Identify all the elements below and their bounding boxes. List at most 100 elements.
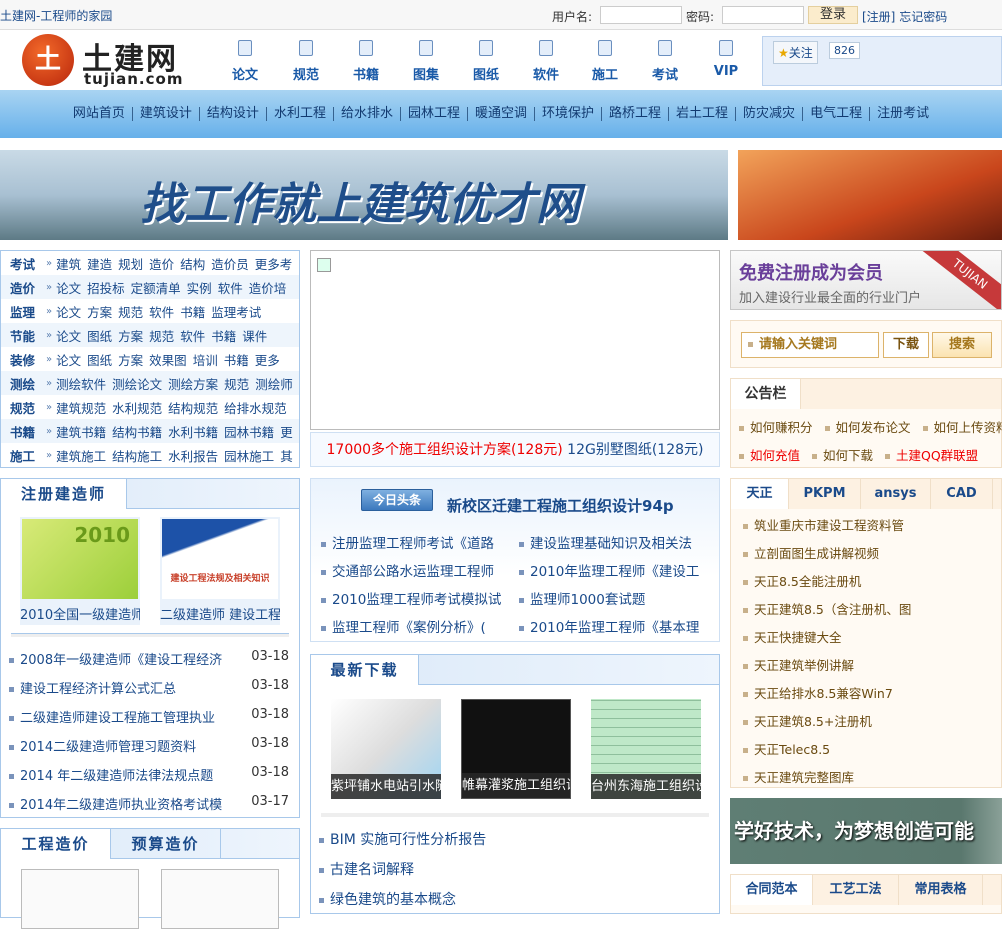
nav-book-link[interactable]: 书籍 [346, 40, 386, 83]
nav-disc-link[interactable]: 软件 [526, 40, 566, 83]
tab-process-methods[interactable]: 工艺工法 [813, 875, 899, 905]
category-name[interactable]: 规范 [10, 398, 46, 417]
ad-link-construction-plans[interactable]: 17000多个施工组织设计方案(128元) [327, 442, 563, 458]
software-list-link[interactable]: 天正建筑举例讲解 [754, 658, 854, 673]
main-nav-item[interactable]: 路桥工程 [601, 107, 668, 121]
category-name[interactable]: 施工 [10, 446, 46, 465]
headline-list-link[interactable]: 注册监理工程师考试《道路 [332, 536, 494, 552]
category-link[interactable]: 实例 [187, 278, 212, 297]
download-thumb[interactable]: 帷幕灌浆施工组织设 [461, 699, 571, 799]
category-link[interactable]: 培训 [193, 350, 218, 369]
category-link[interactable]: 规范 [118, 302, 143, 321]
list-item[interactable]: 2008年一级建造师《建设工程经济03-18 [9, 649, 291, 668]
category-link[interactable]: 园林书籍 [224, 422, 274, 441]
notice-link[interactable]: 如何发布论文 [836, 420, 911, 435]
software-list-link[interactable]: 天正Telec8.5 [754, 742, 830, 757]
book-thumb[interactable]: 2010 2010全国一级建造师 [20, 517, 140, 625]
software-list-link[interactable]: 天正建筑8.5+注册机 [754, 714, 872, 729]
software-list-link[interactable]: 天正给排水8.5兼容Win7 [754, 686, 893, 701]
construction-banner[interactable] [738, 150, 1002, 240]
software-list-item[interactable]: 立剖面图生成讲解视频 [743, 543, 879, 562]
software-list-item[interactable]: 天正建筑8.5+注册机 [743, 711, 872, 730]
category-name[interactable]: 节能 [10, 326, 46, 345]
software-list-link[interactable]: 天正快捷键大全 [754, 630, 842, 645]
software-list-item[interactable]: 天正给排水8.5兼容Win7 [743, 683, 893, 702]
list-item-title[interactable]: 建设工程经济计算公式汇总 [20, 682, 176, 697]
slideshow-box[interactable] [310, 250, 720, 430]
download-list-link[interactable]: BIM 实施可行性分析报告 [330, 832, 486, 848]
category-link[interactable]: 建筑 [56, 254, 81, 273]
headline-link[interactable]: 新校区迁建工程施工组织设计94p [447, 495, 674, 516]
tab-common-forms[interactable]: 常用表格 [899, 875, 983, 905]
category-link[interactable]: 结构规范 [168, 398, 218, 417]
category-link[interactable]: 建造 [87, 254, 112, 273]
notice-tab[interactable]: 公告栏 [731, 379, 801, 409]
username-input[interactable] [600, 6, 682, 24]
category-link[interactable]: 书籍 [180, 302, 205, 321]
notice-link[interactable]: 如何赚积分 [750, 420, 813, 435]
nav-picture-link[interactable]: 图集 [406, 40, 446, 83]
category-link[interactable]: 造价培 [249, 278, 287, 297]
main-nav-item[interactable]: 暖通空调 [467, 107, 534, 121]
software-list-link[interactable]: 天正建筑完整图库 [754, 770, 854, 785]
headline-list-link[interactable]: 监理工程师《案例分析》( [332, 620, 486, 636]
headline-list-item[interactable]: 监理工程师《案例分析》( [321, 616, 486, 636]
software-list-link[interactable]: 天正8.5全能注册机 [754, 574, 861, 589]
list-item[interactable]: 二级建造师建设工程施工管理执业03-18 [9, 707, 291, 726]
category-name[interactable]: 装修 [10, 350, 46, 369]
category-link[interactable]: 更 [280, 422, 293, 441]
download-list-link[interactable]: 古建名词解释 [330, 862, 414, 878]
category-name[interactable]: 监理 [10, 302, 46, 321]
category-link[interactable]: 规划 [118, 254, 143, 273]
site-title-link[interactable]: 土建网-工程师的家园 [0, 7, 112, 24]
headline-list-item[interactable]: 监理师1000套试题 [519, 588, 645, 608]
download-list-item[interactable]: BIM 实施可行性分析报告 [319, 829, 711, 849]
list-item-title[interactable]: 2008年一级建造师《建设工程经济 [20, 653, 222, 668]
search-button[interactable]: 搜索 [932, 332, 992, 358]
forgot-password-link[interactable]: 忘记密码 [899, 10, 947, 24]
category-link[interactable]: 论文 [56, 350, 81, 369]
login-button[interactable]: 登录 [808, 6, 858, 24]
list-item-title[interactable]: 2014二级建造师管理习题资料 [20, 740, 196, 755]
category-link[interactable]: 水利规范 [112, 398, 162, 417]
category-link[interactable]: 测绘师 [255, 374, 293, 393]
category-link[interactable]: 造价员 [211, 254, 249, 273]
tab-cad[interactable]: CAD [931, 479, 993, 509]
main-nav-item[interactable]: 岩土工程 [668, 107, 735, 121]
software-list-item[interactable]: 天正Telec8.5 [743, 739, 830, 758]
main-nav-item[interactable]: 环境保护 [534, 107, 601, 121]
category-link[interactable]: 软件 [218, 278, 243, 297]
main-nav-item[interactable]: 结构设计 [199, 107, 266, 121]
category-link[interactable]: 水利报告 [168, 446, 218, 465]
tab-ansys[interactable]: ansys [861, 479, 931, 509]
headline-list-link[interactable]: 交通部公路水运监理工程师 [332, 564, 494, 580]
main-nav-item[interactable]: 注册考试 [869, 107, 936, 121]
notice-link[interactable]: 如何上传资料 [934, 420, 1002, 435]
doc-thumb[interactable] [21, 869, 139, 929]
headline-list-item[interactable]: 建设监理基础知识及相关法 [519, 532, 692, 552]
main-nav-item[interactable]: 给水排水 [333, 107, 400, 121]
category-link[interactable]: 造价 [149, 254, 174, 273]
notice-link[interactable]: 如何充值 [750, 448, 800, 463]
software-list-link[interactable]: 筑业重庆市建设工程资料管 [754, 518, 904, 533]
register-banner[interactable]: 免费注册成为会员 加入建设行业最全面的行业门户 TUJIAN [730, 250, 1002, 310]
headline-list-link[interactable]: 2010监理工程师考试模拟试 [332, 592, 501, 608]
main-nav-item[interactable]: 网站首页 [66, 107, 132, 121]
ad-link-villa-drawings[interactable]: 12G别墅图纸(128元) [567, 442, 703, 458]
follow-button[interactable]: ★关注 [773, 41, 818, 64]
list-item-title[interactable]: 2014 年二级建造师法律法规点题 [20, 769, 213, 784]
software-list-item[interactable]: 天正8.5全能注册机 [743, 571, 861, 590]
software-list-item[interactable]: 天正建筑8.5（含注册机、图 [743, 599, 911, 618]
list-item-title[interactable]: 二级建造师建设工程施工管理执业 [20, 711, 215, 726]
category-link[interactable]: 园林施工 [224, 446, 274, 465]
headline-list-item[interactable]: 2010年监理工程师《基本理 [519, 616, 699, 636]
category-link[interactable]: 结构施工 [112, 446, 162, 465]
software-list-item[interactable]: 天正建筑完整图库 [743, 767, 854, 786]
download-thumb[interactable]: 紫坪铺水电站引水隧 [331, 699, 441, 799]
headline-list-item[interactable]: 注册监理工程师考试《道路 [321, 532, 494, 552]
category-link[interactable]: 论文 [56, 326, 81, 345]
category-link[interactable]: 软件 [180, 326, 205, 345]
software-list-item[interactable]: 天正建筑举例讲解 [743, 655, 854, 674]
tab-budget-cost[interactable]: 预算造价 [111, 829, 221, 859]
notice-link[interactable]: 土建QQ群联盟 [896, 448, 978, 463]
